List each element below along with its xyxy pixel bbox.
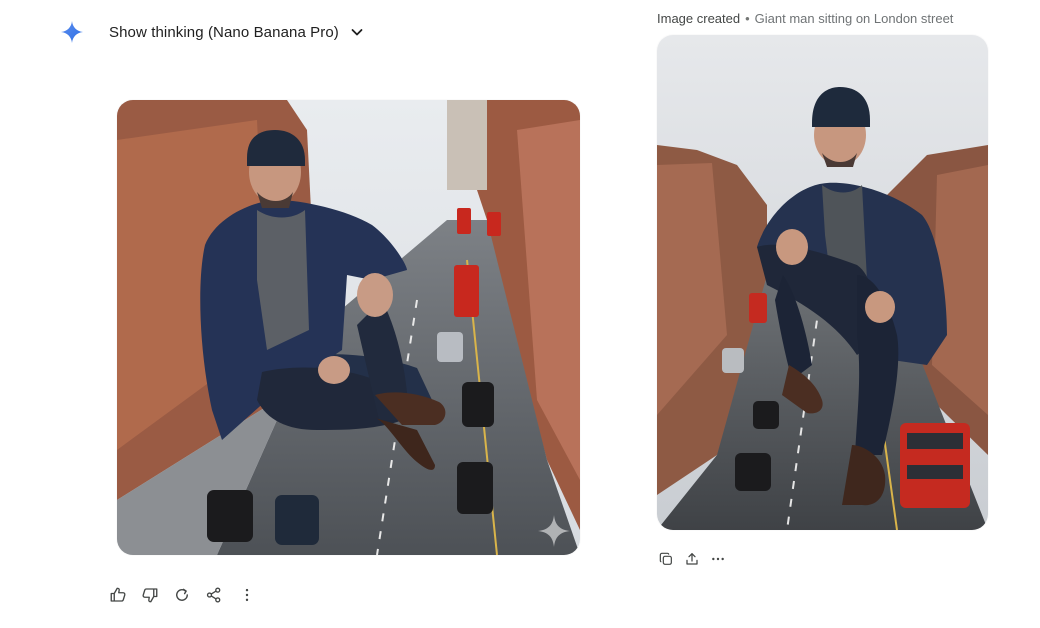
thumbs-down-button[interactable] [140, 587, 160, 607]
upload-image-button[interactable] [682, 551, 702, 571]
more-options-button[interactable] [237, 587, 257, 607]
thumbs-up-button[interactable] [108, 587, 128, 607]
show-thinking-toggle[interactable]: Show thinking (Nano Banana Pro) [109, 20, 365, 44]
redo-button[interactable] [172, 587, 192, 607]
copy-image-button[interactable] [656, 551, 676, 571]
image-created-label: Image created [657, 11, 741, 26]
thumbs-down-icon [141, 586, 159, 609]
generated-image-primary[interactable] [117, 100, 580, 555]
image-description: Giant man sitting on London street [754, 11, 954, 26]
share-icon [205, 586, 223, 609]
caption-separator: • [745, 11, 750, 26]
more-vertical-icon [238, 586, 256, 609]
redo-icon [173, 586, 191, 609]
thumbs-up-icon [109, 586, 127, 609]
image-caption: Image created • Giant man sitting on Londo… [657, 11, 953, 26]
show-thinking-label: Show thinking (Nano Banana Pro) [109, 23, 339, 41]
chevron-down-icon [349, 24, 365, 40]
upload-icon [684, 551, 700, 572]
generated-image-secondary[interactable] [657, 35, 988, 530]
copy-icon [658, 551, 674, 572]
gemini-spark-icon [60, 20, 84, 44]
image-more-options-button[interactable] [708, 551, 728, 571]
more-horizontal-icon [710, 551, 726, 572]
share-button[interactable] [204, 587, 224, 607]
